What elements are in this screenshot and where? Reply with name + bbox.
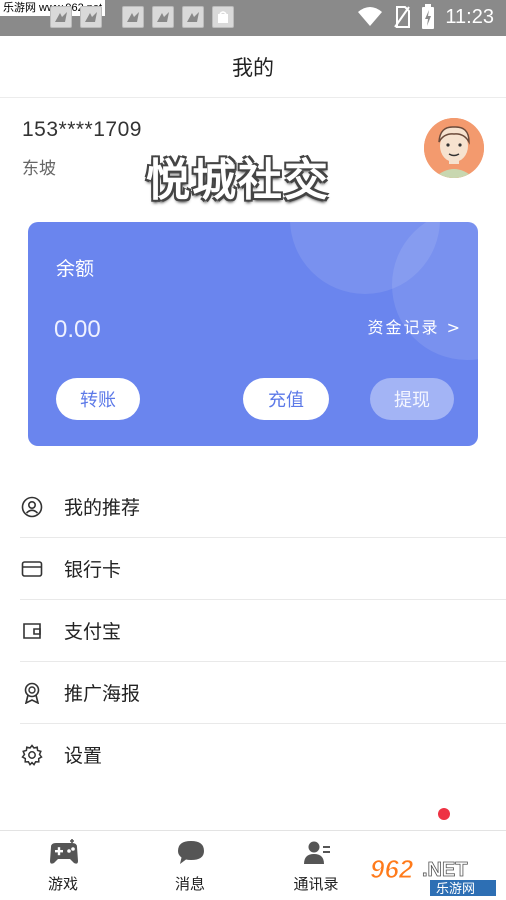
award-badge-icon	[24, 682, 40, 704]
contacts-icon	[304, 841, 330, 864]
menu-item-alipay[interactable]: 支付宝	[0, 600, 506, 662]
battery-charging-icon	[422, 4, 435, 29]
menu-item-label: 银行卡	[64, 559, 122, 581]
recharge-button[interactable]: 充值	[243, 378, 329, 420]
watermark-logo-icon: 962 .NET 乐游网	[370, 854, 496, 897]
watermark-cn: 乐游网	[436, 882, 475, 896]
bank-card-icon	[21, 561, 43, 577]
wallet-icon	[23, 623, 41, 639]
menu-item-referrals[interactable]: 我的推荐	[0, 476, 506, 538]
page-title: 我的	[232, 55, 274, 80]
menu-item-label: 推广海报	[64, 683, 141, 705]
clock: 11:23	[445, 5, 494, 28]
notification-icons	[50, 6, 234, 28]
page-header: 我的	[0, 36, 506, 98]
funds-records-link[interactable]: 资金记录 >	[368, 314, 463, 338]
balance-value: 0.00	[54, 316, 101, 343]
menu-item-label: 我的推荐	[64, 497, 141, 519]
chat-bubble-icon	[178, 841, 204, 864]
settings-menu: 我的推荐 银行卡 支付宝 推广海报 设置	[0, 476, 506, 786]
gear-icon	[21, 744, 43, 766]
notification-icon	[80, 6, 102, 28]
bag-icon	[212, 6, 234, 28]
tab-contacts[interactable]: 通讯录	[253, 831, 379, 900]
no-sim-icon	[394, 6, 411, 28]
user-circle-icon	[21, 496, 43, 518]
menu-item-bank-card[interactable]: 银行卡	[0, 538, 506, 600]
nickname: 东坡	[22, 159, 56, 179]
status-bar: 乐游网 www.962.net 11:23	[0, 0, 506, 36]
tab-messages[interactable]: 消息	[127, 831, 253, 900]
notification-icon	[152, 6, 174, 28]
overlay-watermark: 悦城社交	[146, 155, 330, 206]
notification-badge	[438, 808, 450, 820]
corner-watermark: 962 .NET 乐游网	[368, 852, 500, 897]
tab-label: 通讯录	[293, 875, 339, 893]
tab-label: 游戏	[47, 875, 78, 893]
balance-label: 余额	[56, 258, 95, 280]
notification-icon	[50, 6, 72, 28]
notification-icon	[182, 6, 204, 28]
menu-item-label: 设置	[64, 745, 103, 767]
tab-label: 消息	[174, 875, 205, 893]
menu-item-label: 支付宝	[64, 621, 122, 643]
menu-item-settings[interactable]: 设置	[0, 724, 506, 786]
transfer-button[interactable]: 转账	[56, 378, 140, 420]
profile-section[interactable]: 153****1709 东坡 悦城社交	[0, 98, 506, 208]
watermark-net: .NET	[422, 859, 468, 881]
balance-card: 余额 0.00 资金记录 > 转账 充值 提现	[28, 222, 478, 446]
tab-games[interactable]: 游戏	[0, 831, 126, 900]
cartoon-avatar-icon	[424, 118, 484, 178]
gamepad-icon	[50, 839, 78, 864]
menu-item-promo-poster[interactable]: 推广海报	[0, 662, 506, 724]
wifi-icon	[358, 7, 383, 26]
watermark-962: 962	[370, 854, 414, 884]
card-decoration	[392, 222, 478, 360]
phone-number: 153****1709	[22, 118, 142, 141]
withdraw-button[interactable]: 提现	[370, 378, 454, 420]
status-indicators: 11:23	[357, 4, 494, 30]
avatar[interactable]	[424, 118, 484, 178]
notification-icon	[122, 6, 144, 28]
